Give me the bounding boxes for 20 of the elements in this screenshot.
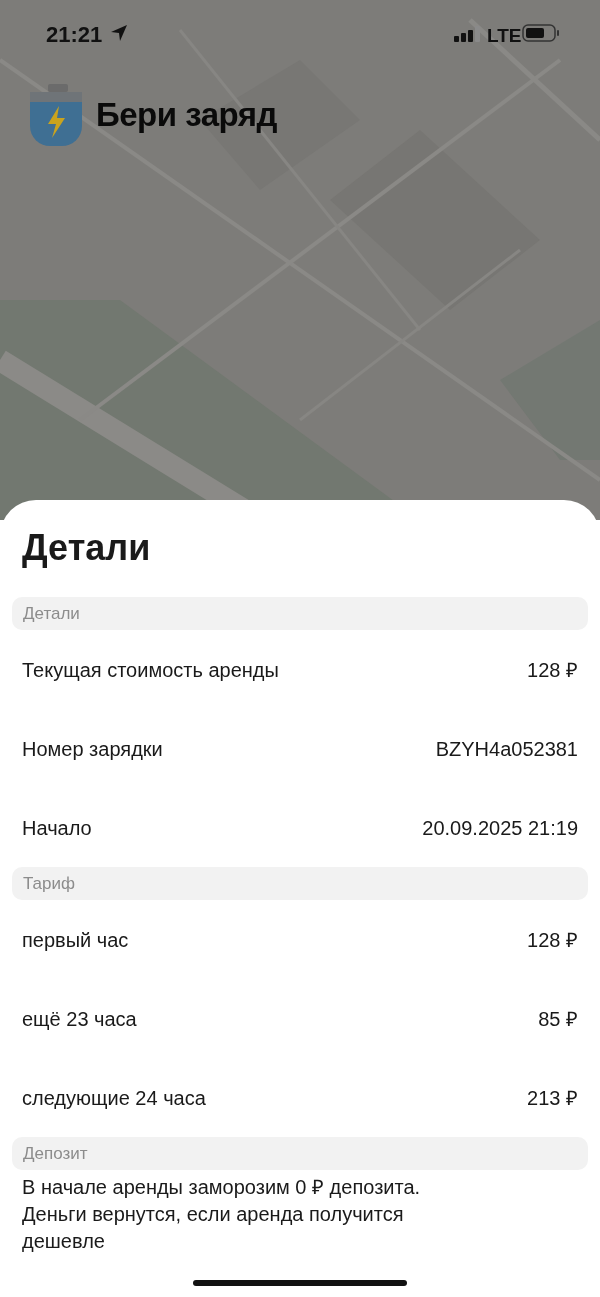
row-label: Текущая стоимость аренды	[22, 657, 279, 683]
status-time: 21:21	[46, 21, 103, 49]
sheet-title: Детали	[22, 526, 152, 570]
app-title: Бери заряд	[96, 95, 277, 136]
section-header: Детали	[12, 597, 588, 630]
row-value: BZYH4a052381	[435, 736, 578, 762]
row-value: 128 ₽	[527, 657, 578, 683]
row-label: следующие 24 часа	[22, 1085, 206, 1111]
section-header: Тариф	[12, 867, 588, 900]
deposit-note: В начале аренды заморозим 0 ₽ депозита. Деньги вернутся, если аренда получится дешевле	[22, 1175, 422, 1254]
row-label: первый час	[22, 927, 129, 953]
row-value: 20.09.2025 21:19	[422, 815, 578, 841]
row-label: Начало	[22, 815, 92, 841]
row-label: Номер зарядки	[22, 736, 163, 762]
section-header: Депозит	[12, 1137, 588, 1170]
row-label: ещё 23 часа	[22, 1006, 137, 1032]
row-value: 213 ₽	[527, 1085, 578, 1111]
row-value: 85 ₽	[538, 1006, 578, 1032]
network-type: LTE	[487, 24, 522, 48]
row-value: 128 ₽	[527, 927, 578, 953]
